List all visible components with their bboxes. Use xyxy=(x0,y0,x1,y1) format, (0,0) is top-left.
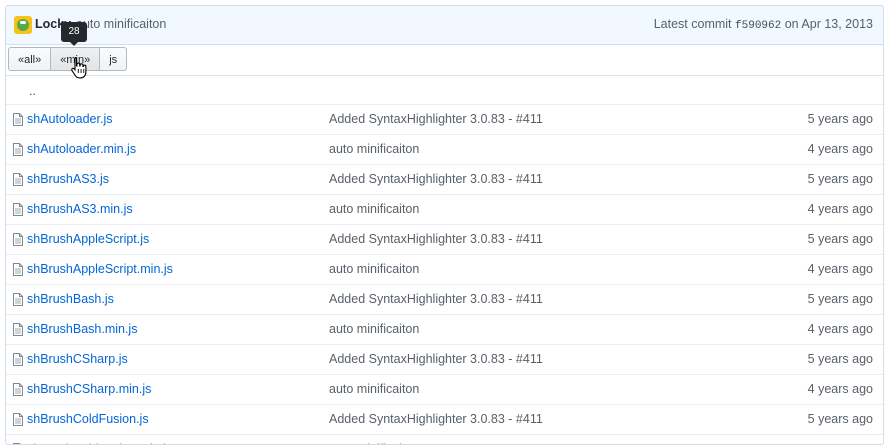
file-age: 4 years ago xyxy=(807,202,873,216)
file-icon xyxy=(13,263,23,279)
commit-bar: Locky auto minificaiton Latest commit f5… xyxy=(6,6,883,45)
file-commit-message[interactable]: auto minificaiton xyxy=(329,202,419,216)
filter-js-button[interactable]: js xyxy=(100,47,128,71)
file-age: 4 years ago xyxy=(807,262,873,276)
file-icon xyxy=(13,203,23,219)
file-age: 4 years ago xyxy=(807,142,873,156)
file-icon xyxy=(13,233,23,249)
file-name-link[interactable]: shAutoloader.js xyxy=(27,112,112,126)
file-icon xyxy=(13,353,23,369)
file-age: 5 years ago xyxy=(807,172,873,186)
file-name-link[interactable]: shBrushBash.js xyxy=(27,292,114,306)
file-row[interactable]: shBrushColdFusion.js Added SyntaxHighligh… xyxy=(6,405,883,435)
file-age: 4 years ago xyxy=(807,322,873,336)
parent-directory-link[interactable]: .. xyxy=(29,84,36,98)
latest-commit-label: Latest commit xyxy=(653,17,732,31)
file-row[interactable]: shBrushBash.js Added SyntaxHighlighter 3.… xyxy=(6,285,883,315)
file-commit-message[interactable]: Added SyntaxHighlighter 3.0.83 - #411 xyxy=(329,232,543,246)
file-age: 5 years ago xyxy=(807,232,873,246)
file-icon xyxy=(13,173,23,189)
file-commit-message[interactable]: Added SyntaxHighlighter 3.0.83 - #411 xyxy=(329,112,543,126)
file-icon xyxy=(13,383,23,399)
latest-commit: Latest commit f590962 on Apr 13, 2013 xyxy=(654,17,873,32)
file-age: 5 years ago xyxy=(807,292,873,306)
avatar[interactable] xyxy=(14,16,32,34)
file-list: shAutoloader.js Added SyntaxHighlighter 3… xyxy=(6,105,883,444)
file-commit-message[interactable]: Added SyntaxHighlighter 3.0.83 - #411 xyxy=(329,352,543,366)
file-commit-message[interactable]: auto minificaiton xyxy=(329,142,419,156)
file-commit-message[interactable]: Added SyntaxHighlighter 3.0.83 - #411 xyxy=(329,172,543,186)
file-name-link[interactable]: shBrushAS3.min.js xyxy=(27,202,133,216)
file-name-link[interactable]: shBrushAS3.js xyxy=(27,172,109,186)
file-age: 5 years ago xyxy=(807,412,873,426)
hand-pointer-icon xyxy=(71,56,87,79)
file-browser: Locky auto minificaiton Latest commit f5… xyxy=(5,5,884,445)
file-icon xyxy=(13,323,23,339)
file-name-link[interactable]: shBrushColdFusion.js xyxy=(27,412,149,426)
file-icon xyxy=(13,143,23,159)
file-name-link[interactable]: shAutoloader.min.js xyxy=(27,142,136,156)
file-row[interactable]: shAutoloader.min.js auto minificaiton 4 ye… xyxy=(6,135,883,165)
file-name-link[interactable]: shBrushAppleScript.js xyxy=(27,232,149,246)
file-row[interactable]: shBrushAppleScript.js Added SyntaxHighlig… xyxy=(6,225,883,255)
tooltip: 28 xyxy=(61,22,87,46)
file-name-link[interactable]: shBrushBash.min.js xyxy=(27,322,137,336)
file-icon xyxy=(13,413,23,429)
file-icon xyxy=(13,293,23,309)
commit-date: on Apr 13, 2013 xyxy=(784,17,873,31)
file-commit-message[interactable]: Added SyntaxHighlighter 3.0.83 - #411 xyxy=(329,292,543,306)
file-name-link[interactable]: shBrushCSharp.js xyxy=(27,352,128,366)
file-commit-message[interactable]: auto minificaiton xyxy=(329,322,419,336)
file-age: 5 years ago xyxy=(807,112,873,126)
commit-sha[interactable]: f590962 xyxy=(735,20,781,32)
parent-directory-row[interactable]: .. xyxy=(6,76,883,105)
file-age: 4 years ago xyxy=(807,382,873,396)
filter-button-group: «all» «min» js xyxy=(8,47,128,71)
file-icon xyxy=(13,113,23,129)
filter-bar: «all» «min» js xyxy=(6,45,883,76)
file-row[interactable]: shBrushBash.min.js auto minificaiton 4 yea… xyxy=(6,315,883,345)
file-row[interactable]: shBrushAS3.js Added SyntaxHighlighter 3.0… xyxy=(6,165,883,195)
file-row[interactable]: shBrushCSharp.min.js auto minificaiton 4 y… xyxy=(6,375,883,405)
file-commit-message[interactable]: auto minificaiton xyxy=(329,382,419,396)
file-name-link[interactable]: shBrushAppleScript.min.js xyxy=(27,262,173,276)
file-commit-message[interactable]: auto minificaiton xyxy=(329,262,419,276)
file-name-link[interactable]: shBrushCSharp.min.js xyxy=(27,382,151,396)
filter-all-button[interactable]: «all» xyxy=(8,47,52,71)
file-age: 5 years ago xyxy=(807,352,873,366)
file-row[interactable]: shBrushColdFusion.min.jsauto minificaito… xyxy=(6,435,883,444)
file-row[interactable]: shBrushAppleScript.min.js auto minificait… xyxy=(6,255,883,285)
file-row[interactable]: shBrushCSharp.js Added SyntaxHighlighter … xyxy=(6,345,883,375)
commit-message[interactable]: auto minificaiton xyxy=(76,17,166,31)
file-row[interactable]: shAutoloader.js Added SyntaxHighlighter 3… xyxy=(6,105,883,135)
file-commit-message[interactable]: Added SyntaxHighlighter 3.0.83 - #411 xyxy=(329,412,543,426)
file-row[interactable]: shBrushAS3.min.js auto minificaiton 4 year… xyxy=(6,195,883,225)
